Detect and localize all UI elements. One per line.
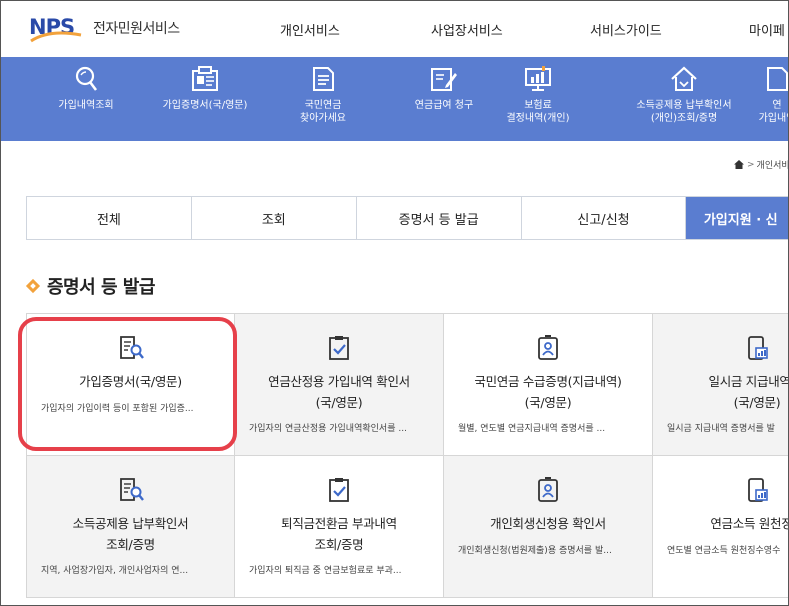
tab-all[interactable]: 전체 <box>27 197 192 239</box>
nav-item-personal[interactable]: 개인서비스 <box>280 20 340 39</box>
tab-subscription-support[interactable]: 가입지원 · 신 <box>686 197 788 239</box>
card-description: 일시금 지급내역 증명서를 발 <box>667 424 775 434</box>
search-icon <box>75 66 98 91</box>
logo-swoosh-icon <box>30 31 82 43</box>
badge-person-icon <box>538 477 558 502</box>
logo-mark: NPS <box>29 13 85 43</box>
home-icon[interactable] <box>734 160 744 169</box>
quick-item-premium-decision[interactable]: 보험료 결정내역(개인) <box>498 65 578 139</box>
page-frame: NPS 전자민원서비스 개인서비스 사업장서비스 서비스가이드 마이페 가입내역… <box>0 0 789 606</box>
house-icon <box>671 66 697 91</box>
phone-chart-icon <box>748 336 768 360</box>
card-description: 가입자의 퇴직금 중 연금보험료로 부과... <box>249 566 402 576</box>
diamond-bullet-icon <box>25 278 41 294</box>
monitor-chart-icon <box>525 66 551 91</box>
quick-item-pension-visit[interactable]: 국민연금 찾아가세요 <box>288 65 358 139</box>
service-card[interactable]: 일시금 지급내역 증(국/영문) 일시금 지급내역 증명서를 발 <box>653 314 789 456</box>
card-description: 지역, 사업장가입자, 개인사업자의 연... <box>41 566 189 576</box>
quick-item-subscription-history[interactable]: 가입내역조회 <box>51 65 121 139</box>
breadcrumb: > 개인서비 <box>734 158 788 171</box>
card-description: 가입자의 연금산정용 가입내역확인서를 ... <box>249 424 407 434</box>
tab-certificate-issue[interactable]: 증명서 등 발급 <box>357 197 522 239</box>
nav-item-guide[interactable]: 서비스가이드 <box>590 20 662 39</box>
card-title: 일시금 지급내역 증(국/영문) <box>708 374 789 410</box>
section-header: 증명서 등 발급 <box>25 273 155 299</box>
card-title: 소득공제용 납부확인서 조회/증명 <box>72 516 189 552</box>
document-icon <box>767 67 788 91</box>
card-description: 월별, 연도별 연금지급내역 증명서를 ... <box>458 424 606 434</box>
document-icon <box>313 67 334 91</box>
category-tabs: 전체 조회 증명서 등 발급 신고/신청 가입지원 · 신 <box>26 196 788 240</box>
breadcrumb-item[interactable]: 개인서비 <box>757 158 788 171</box>
nav-item-business[interactable]: 사업장서비스 <box>431 20 503 39</box>
card-title: 가입증명서(국/영문) <box>79 374 182 389</box>
service-card[interactable]: 연금소득 원천징수 연도별 연금소득 원천징수영수 <box>653 456 788 598</box>
quick-item-tax-deduction[interactable]: 소득공제용 납부확인서 (개인)조회/증명 <box>624 65 744 139</box>
service-card[interactable]: 퇴직금전환금 부과내역 조회/증명 가입자의 퇴직금 중 연금보험료로 부과... <box>235 456 444 598</box>
service-card[interactable]: 소득공제용 납부확인서 조회/증명 지역, 사업장가입자, 개인사업자의 연... <box>26 456 235 598</box>
card-description: 개인회생신청(법원제출)용 증명서를 발... <box>458 546 612 556</box>
card-title: 퇴직금전환금 부과내역 조회/증명 <box>281 516 397 552</box>
card-title: 연금산정용 가입내역 확인서 (국/영문) <box>268 374 410 410</box>
section-title: 증명서 등 발급 <box>47 277 155 298</box>
document-search-icon <box>119 336 144 359</box>
quick-menu-bar: 가입내역조회 가입증명서(국/영문) 국민연금 찾아가세요 연금급여 청구 보험… <box>1 57 788 141</box>
id-card-icon <box>192 66 218 91</box>
badge-person-icon <box>538 335 558 360</box>
service-card-grid: 가입증명서(국/영문) 가입자의 가입이력 등이 포함된 가입증... 연금산정… <box>26 313 789 605</box>
clipboard-check-icon <box>329 336 349 360</box>
card-title: 국민연금 수급증명(지급내역) (국/영문) <box>474 374 622 410</box>
quick-item-certificate[interactable]: 가입증명서(국/영문) <box>153 65 257 139</box>
clipboard-check-icon <box>329 478 349 502</box>
breadcrumb-chevron-icon: > <box>747 159 755 170</box>
quick-item-more[interactable]: 연 가입내역 <box>742 65 788 139</box>
service-card[interactable]: 개인회생신청용 확인서 개인회생신청(법원제출)용 증명서를 발... <box>444 456 653 598</box>
card-title: 연금소득 원천징수 <box>710 516 788 531</box>
top-header: NPS 전자민원서비스 개인서비스 사업장서비스 서비스가이드 마이페 <box>1 1 788 57</box>
phone-chart-icon <box>748 478 768 502</box>
nav-item-mypage[interactable]: 마이페 <box>749 20 785 39</box>
quick-item-benefit-claim[interactable]: 연금급여 청구 <box>404 65 484 139</box>
service-card[interactable]: 가입증명서(국/영문) 가입자의 가입이력 등이 포함된 가입증... <box>26 314 235 456</box>
card-title: 개인회생신청용 확인서 <box>490 516 606 531</box>
service-card[interactable]: 연금산정용 가입내역 확인서 (국/영문) 가입자의 연금산정용 가입내역확인서를… <box>235 314 444 456</box>
service-name: 전자민원서비스 <box>93 21 180 37</box>
document-search-icon <box>119 478 144 501</box>
tab-inquiry[interactable]: 조회 <box>192 197 357 239</box>
edit-document-icon <box>431 68 457 91</box>
card-description: 연도별 연금소득 원천징수영수 <box>667 546 781 556</box>
service-card[interactable]: 국민연금 수급증명(지급내역) (국/영문) 월별, 연도별 연금지급내역 증명서… <box>444 314 653 456</box>
card-description: 가입자의 가입이력 등이 포함된 가입증... <box>41 404 194 414</box>
tab-report-apply[interactable]: 신고/신청 <box>522 197 687 239</box>
nps-logo[interactable]: NPS 전자민원서비스 <box>29 13 180 43</box>
